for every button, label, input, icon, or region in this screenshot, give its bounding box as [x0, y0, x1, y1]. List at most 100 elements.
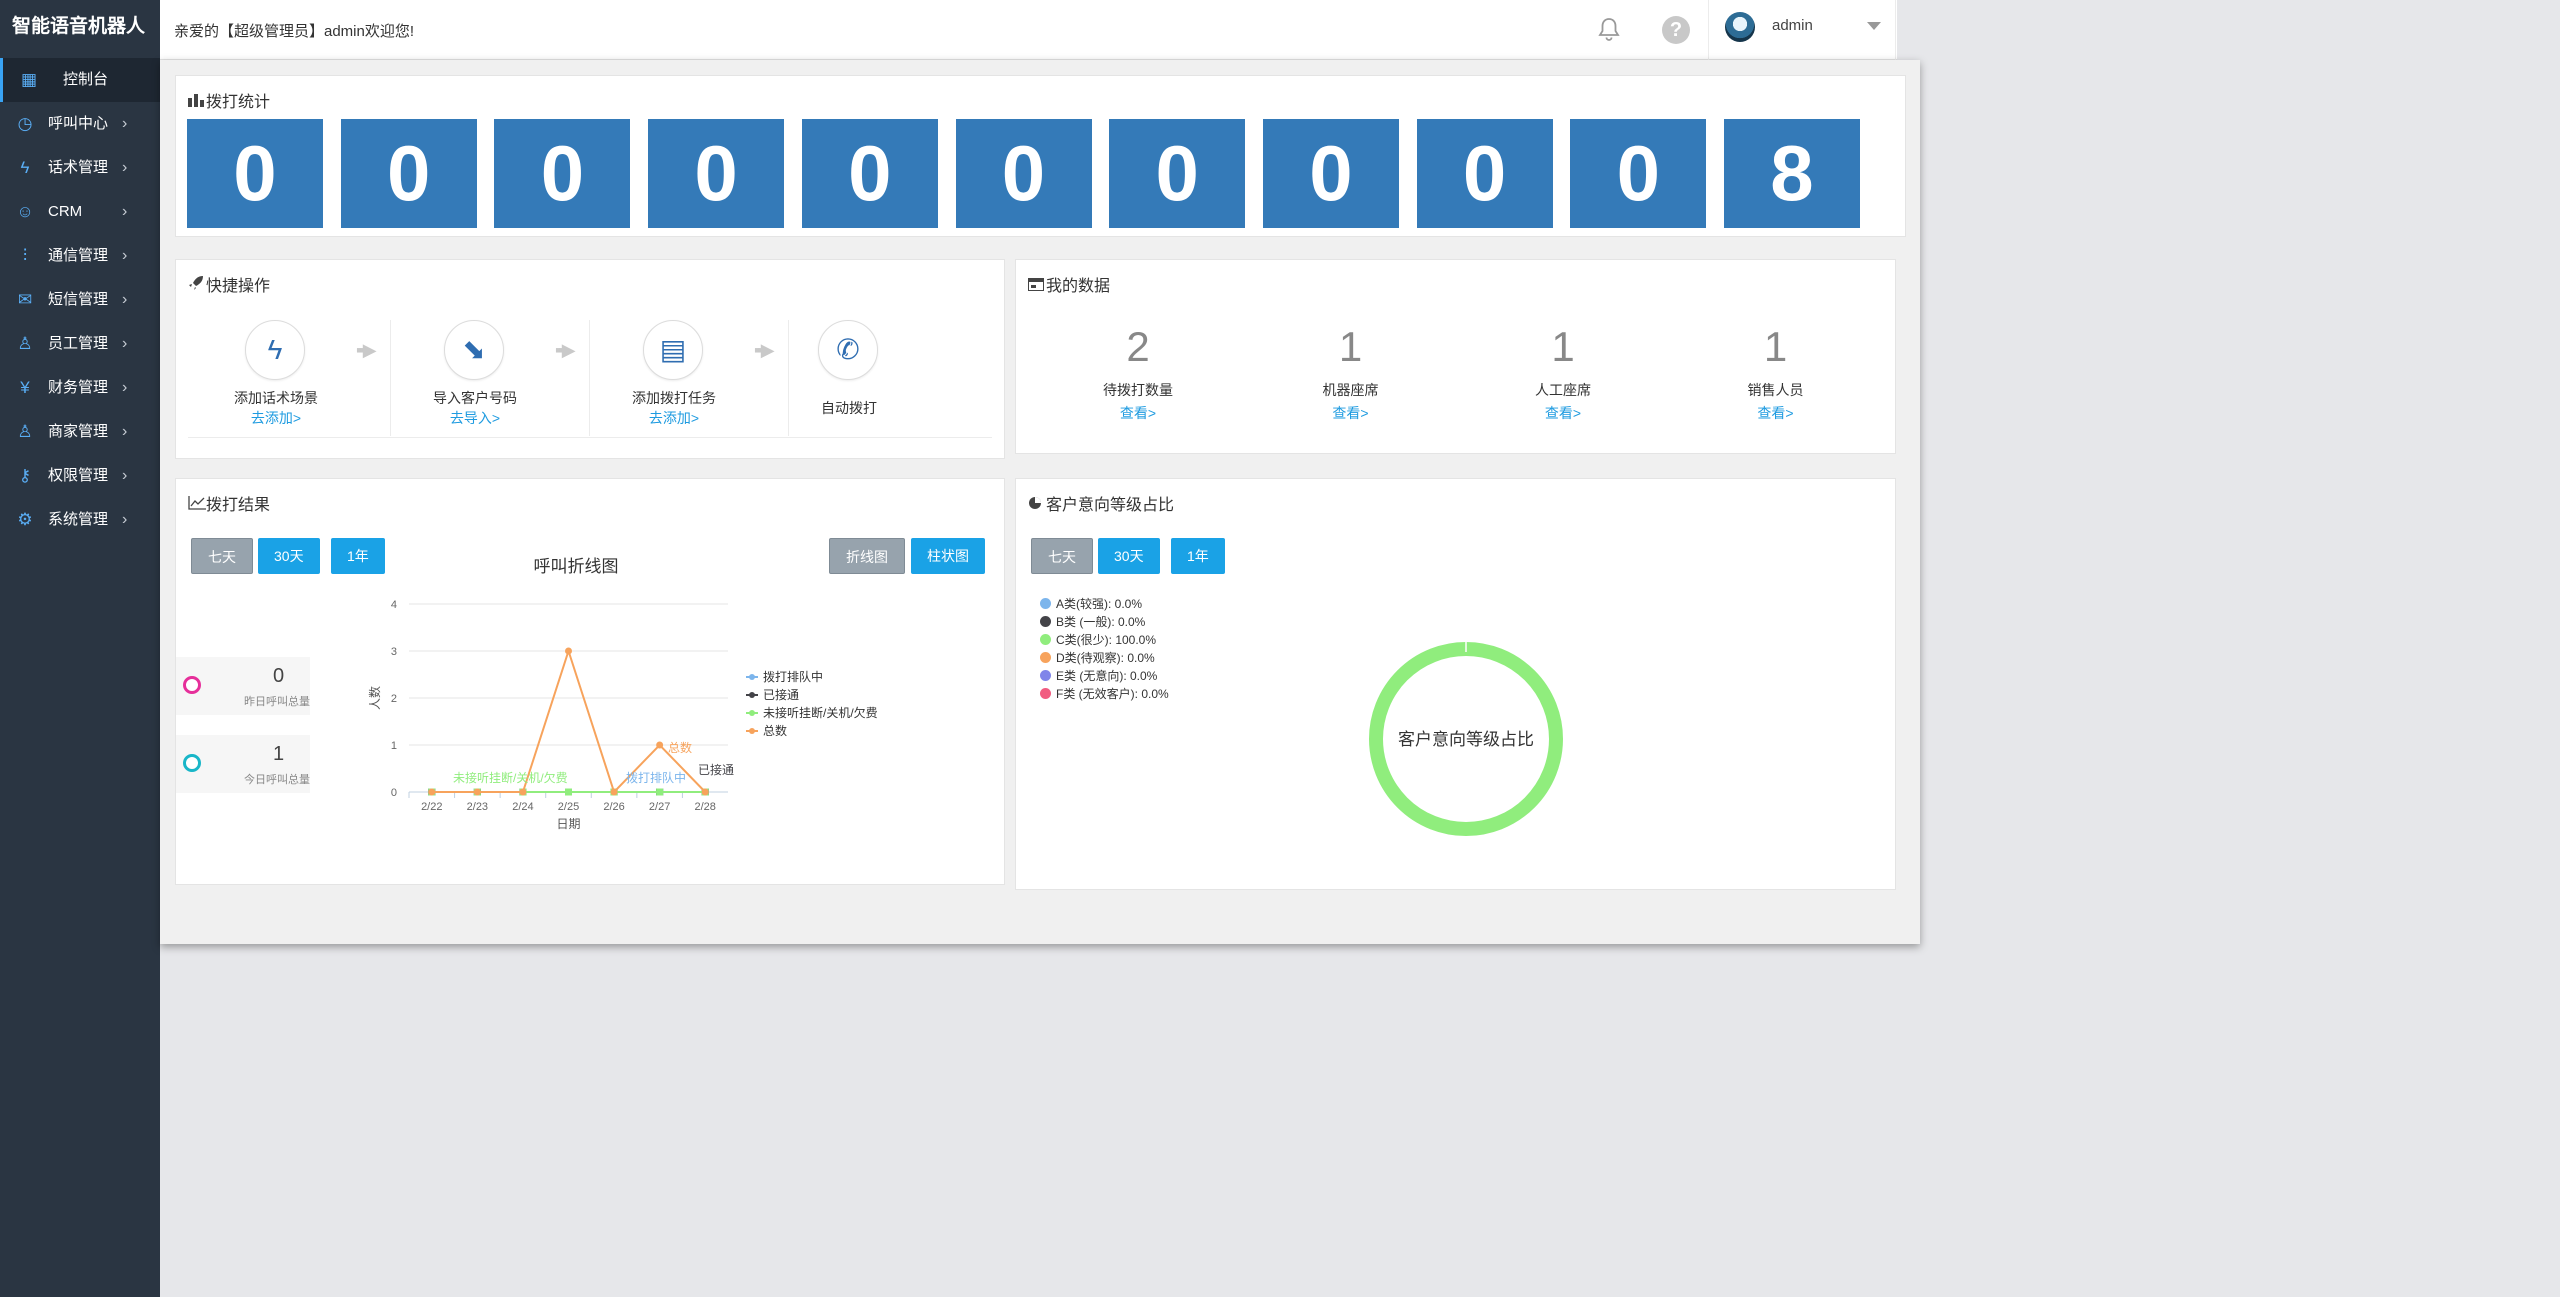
data-point[interactable] [565, 647, 572, 655]
my-data-link[interactable]: 查看> [1068, 403, 1208, 423]
data-point[interactable] [610, 788, 618, 796]
my-data-item: 2 待拨打数量 查看> [1068, 322, 1208, 423]
divider [188, 437, 992, 438]
data-point[interactable] [519, 788, 527, 796]
sidebar-item[interactable]: ⫶ 通信管理 › [0, 234, 160, 278]
x-tick-label: 2/22 [421, 801, 442, 813]
yesterday-label: 昨日呼叫总量 [244, 696, 310, 708]
quick-op-link[interactable]: 去添加> [574, 408, 774, 428]
clock-icon: ◷ [17, 114, 33, 133]
digit-box: 0 [1109, 119, 1246, 228]
legend-label[interactable]: 已接通 [763, 687, 799, 702]
quick-op-label: 导入客户号码 [433, 390, 517, 406]
legend-label: D类(待观察): 0.0% [1056, 651, 1155, 665]
my-data-link[interactable]: 查看> [1281, 403, 1421, 423]
data-point[interactable] [701, 788, 709, 796]
legend-label[interactable]: 总数 [763, 723, 787, 738]
chevron-right-icon: › [122, 159, 128, 176]
gear-icon: ⚙ [17, 510, 33, 529]
legend-dot-icon [1040, 598, 1051, 609]
ring-icon [183, 676, 201, 694]
import-icon[interactable]: ⬊ [444, 320, 504, 380]
data-point[interactable] [656, 741, 664, 749]
today-value: 1 [273, 743, 285, 765]
legend-label: F类 (无效客户): 0.0% [1056, 687, 1169, 701]
my-data-title: 我的数据 [1028, 272, 1110, 296]
quick-op-item[interactable]: ϟ 添加话术场景 去添加> [176, 320, 376, 436]
my-data-link[interactable]: 查看> [1706, 403, 1846, 423]
user-menu[interactable]: admin [1708, 0, 1896, 60]
y-tick-label: 1 [391, 740, 397, 752]
x-tick-label: 2/23 [467, 801, 488, 813]
sidebar-item-label: CRM [48, 203, 83, 220]
help-icon[interactable]: ? [1662, 16, 1690, 44]
legend-item[interactable]: D类(待观察): 0.0% [1040, 650, 1155, 666]
today-label: 今日呼叫总量 [244, 774, 310, 786]
chevron-right-icon: › [122, 115, 128, 132]
digit-box: 0 [340, 119, 477, 228]
intent-range-30days-button[interactable]: 30天 [1098, 538, 1160, 574]
intent-title: 客户意向等级占比 [1028, 491, 1174, 515]
legend-label[interactable]: 拨打排队中 [763, 669, 823, 684]
range-30days-button[interactable]: 30天 [258, 538, 320, 574]
x-tick-label: 2/24 [512, 801, 533, 813]
yen-icon: ¥ [20, 378, 30, 397]
legend-item[interactable]: A类(较强): 0.0% [1040, 596, 1142, 612]
sidebar-item[interactable]: ¥ 财务管理 › [0, 366, 160, 410]
legend-label: B类 (一般): 0.0% [1056, 615, 1146, 629]
sidebar-item[interactable]: ⚷ 权限管理 › [0, 454, 160, 498]
data-point[interactable] [565, 788, 572, 796]
sidebar-item[interactable]: ⚙ 系统管理 › [0, 498, 160, 542]
x-tick-label: 2/25 [558, 801, 579, 813]
sidebar-nav: ▦ 控制台 ◷ 呼叫中心 › ϟ 话术管理 › ☺ CRM › ⫶ 通信管理 › ✉ 短信管理 › ♙ 员工管理 › ¥… [0, 58, 160, 542]
sidebar-item[interactable]: ♙ 员工管理 › [0, 322, 160, 366]
legend-item[interactable]: B类 (一般): 0.0% [1040, 614, 1145, 630]
legend-marker [749, 692, 755, 698]
sidebar-item[interactable]: ▦ 控制台 [0, 58, 160, 102]
sliders-icon: ⫶ [22, 246, 28, 265]
quick-op-link[interactable]: 去导入> [375, 408, 575, 428]
quick-op-item[interactable]: ✆ 自动拨打 [749, 320, 949, 436]
sidebar-item-label: 权限管理 [48, 467, 109, 484]
legend-label[interactable]: 未接听挂断/关机/欠费 [763, 705, 878, 720]
sidebar-item[interactable]: ♙ 商家管理 › [0, 410, 160, 454]
intent-range-1year-button[interactable]: 1年 [1171, 538, 1225, 574]
avatar [1725, 12, 1755, 42]
legend-item[interactable]: F类 (无效客户): 0.0% [1040, 686, 1169, 702]
intent-range-7days-button[interactable]: 七天 [1031, 538, 1093, 574]
legend-item[interactable]: C类(很少): 100.0% [1040, 632, 1156, 648]
range-7days-button[interactable]: 七天 [191, 538, 253, 574]
yesterday-value: 0 [273, 665, 285, 687]
task-icon[interactable]: ▤ [643, 320, 703, 380]
sidebar-item[interactable]: ☺ CRM › [0, 190, 160, 234]
legend-item[interactable]: E类 (无意向): 0.0% [1040, 668, 1157, 684]
legend-dot-icon [1040, 688, 1051, 699]
intent-label: 客户意向等级占比 [1046, 497, 1175, 514]
bolt-icon[interactable]: ϟ [245, 320, 305, 380]
sidebar-item-label: 呼叫中心 [48, 115, 109, 132]
data-point[interactable] [473, 788, 481, 796]
my-data-item: 1 人工座席 查看> [1493, 322, 1633, 423]
call-stats-panel: 拨打统计 00000000008 [175, 75, 1906, 237]
sidebar-item-label: 财务管理 [48, 379, 109, 396]
phone-icon[interactable]: ✆ [818, 320, 878, 380]
my-data-value: 2 [1126, 323, 1150, 370]
quick-op-link[interactable]: 去添加> [176, 408, 376, 428]
data-point[interactable] [656, 788, 664, 796]
bell-icon[interactable] [1597, 16, 1621, 42]
x-axis-label: 日期 [556, 817, 580, 831]
brand-title: 智能语音机器人 [12, 16, 146, 37]
quick-op-label: 添加拨打任务 [632, 390, 716, 406]
quick-op-item[interactable]: ⬊ 导入客户号码去导入> [375, 320, 575, 436]
data-point[interactable] [428, 788, 436, 796]
sidebar-item[interactable]: ◷ 呼叫中心 › [0, 102, 160, 146]
y-tick-label: 4 [391, 599, 397, 611]
call-result-title: 拨打结果 [188, 491, 270, 515]
sidebar-item[interactable]: ϟ 话术管理 › [0, 146, 160, 190]
digit-box: 0 [801, 119, 938, 228]
sidebar-item[interactable]: ✉ 短信管理 › [0, 278, 160, 322]
my-data-link[interactable]: 查看> [1493, 403, 1633, 423]
quick-op-item[interactable]: ▤ 添加拨打任务去添加> [574, 320, 774, 436]
legend-dot-icon [1040, 652, 1051, 663]
legend-label: C类(很少): 100.0% [1056, 633, 1157, 647]
